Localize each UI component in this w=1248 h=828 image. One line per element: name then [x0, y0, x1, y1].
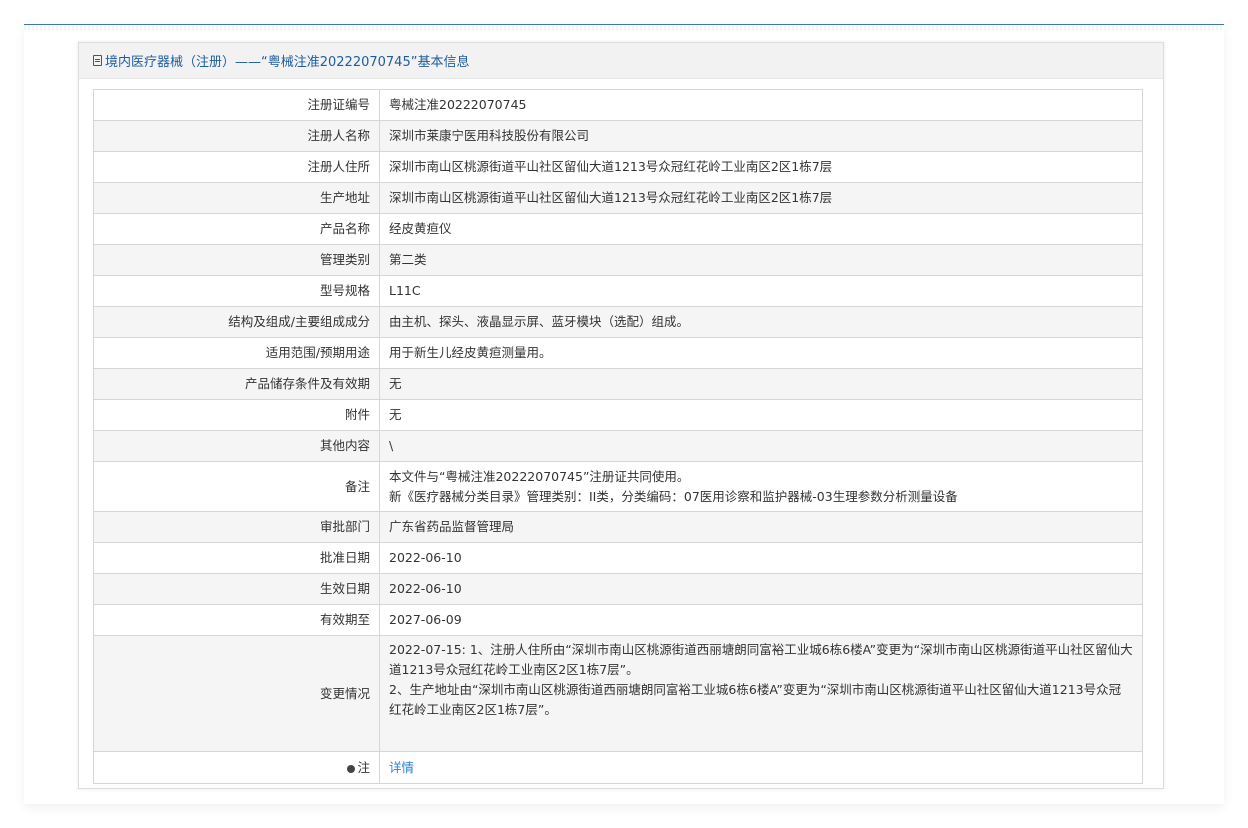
row-label: 注: [93, 751, 380, 784]
row-value: \: [379, 430, 1143, 462]
document-icon: [93, 55, 102, 66]
table-row: 注 详情: [93, 751, 1143, 784]
table-row: 注册证编号 粤械注准20222070745: [93, 89, 1143, 121]
change-line: 2、生产地址由“深圳市南山区桃源街道西丽塘朗同富裕工业城6栋6楼A”变更为“深圳…: [389, 682, 1122, 717]
table-row: 变更情况 2022-07-15: 1、注册人住所由“深圳市南山区桃源街道西丽塘朗…: [93, 635, 1143, 752]
table-row: 结构及组成/主要组成成分 由主机、探头、液晶显示屏、蓝牙模块（选配）组成。: [93, 306, 1143, 338]
row-label: 生效日期: [93, 573, 380, 605]
table-row: 批准日期 2022-06-10: [93, 542, 1143, 574]
row-label: 注册人名称: [93, 120, 380, 152]
change-line: 2022-07-15: 1、注册人住所由“深圳市南山区桃源街道西丽塘朗同富裕工业…: [389, 642, 1133, 677]
row-label: 变更情况: [93, 635, 380, 752]
row-value: 广东省药品监督管理局: [379, 511, 1143, 543]
table-row: 附件 无: [93, 399, 1143, 431]
row-value: 用于新生儿经皮黄疸测量用。: [379, 337, 1143, 369]
details-link[interactable]: 详情: [389, 760, 414, 775]
row-label: 附件: [93, 399, 380, 431]
table-row: 适用范围/预期用途 用于新生儿经皮黄疸测量用。: [93, 337, 1143, 369]
map-pin-icon: [347, 764, 356, 773]
panel-title: 境内医疗器械（注册）——“粤械注准20222070745”基本信息: [105, 55, 470, 70]
row-value: 2022-06-10: [379, 573, 1143, 605]
remark-line: 本文件与“粤械注准20222070745”注册证共同使用。: [389, 468, 690, 484]
table-row: 生产地址 深圳市南山区桃源街道平山社区留仙大道1213号众冠红花岭工业南区2区1…: [93, 182, 1143, 214]
table-row: 有效期至 2027-06-09: [93, 604, 1143, 636]
row-label: 适用范围/预期用途: [93, 337, 380, 369]
table-row: 注册人住所 深圳市南山区桃源街道平山社区留仙大道1213号众冠红花岭工业南区2区…: [93, 151, 1143, 183]
row-value: 无: [379, 399, 1143, 431]
table-row: 注册人名称 深圳市莱康宁医用科技股份有限公司: [93, 120, 1143, 152]
row-value: 第二类: [379, 244, 1143, 276]
row-value: 由主机、探头、液晶显示屏、蓝牙模块（选配）组成。: [379, 306, 1143, 338]
info-panel: 境内医疗器械（注册）——“粤械注准20222070745”基本信息 注册证编号 …: [78, 42, 1164, 789]
row-label: 产品名称: [93, 213, 380, 245]
table-row: 备注 本文件与“粤械注准20222070745”注册证共同使用。 新《医疗器械分…: [93, 461, 1143, 512]
row-label: 备注: [93, 461, 380, 512]
row-label: 生产地址: [93, 182, 380, 214]
note-label: 注: [357, 759, 370, 775]
row-label: 管理类别: [93, 244, 380, 276]
row-value: 深圳市莱康宁医用科技股份有限公司: [379, 120, 1143, 152]
row-value: 2022-07-15: 1、注册人住所由“深圳市南山区桃源街道西丽塘朗同富裕工业…: [379, 635, 1143, 752]
table-row: 产品名称 经皮黄疸仪: [93, 213, 1143, 245]
table-row: 生效日期 2022-06-10: [93, 573, 1143, 605]
row-value: 经皮黄疸仪: [379, 213, 1143, 245]
row-value: 2022-06-10: [379, 542, 1143, 574]
row-value: L11C: [379, 275, 1143, 307]
row-value: 本文件与“粤械注准20222070745”注册证共同使用。 新《医疗器械分类目录…: [379, 461, 1143, 512]
row-label: 注册证编号: [93, 89, 380, 121]
table-row: 其他内容 \: [93, 430, 1143, 462]
row-label: 型号规格: [93, 275, 380, 307]
table-row: 审批部门 广东省药品监督管理局: [93, 511, 1143, 543]
row-label: 注册人住所: [93, 151, 380, 183]
remark-line: 新《医疗器械分类目录》管理类别：II类，分类编码：07医用诊察和监护器械-03生…: [389, 488, 958, 504]
row-label: 结构及组成/主要组成成分: [93, 306, 380, 338]
row-label: 产品储存条件及有效期: [93, 368, 380, 400]
row-label: 审批部门: [93, 511, 380, 543]
row-value: 2027-06-09: [379, 604, 1143, 636]
table-row: 型号规格 L11C: [93, 275, 1143, 307]
row-value: 深圳市南山区桃源街道平山社区留仙大道1213号众冠红花岭工业南区2区1栋7层: [379, 151, 1143, 183]
row-label: 其他内容: [93, 430, 380, 462]
row-value: 无: [379, 368, 1143, 400]
row-value: 深圳市南山区桃源街道平山社区留仙大道1213号众冠红花岭工业南区2区1栋7层: [379, 182, 1143, 214]
panel-header: 境内医疗器械（注册）——“粤械注准20222070745”基本信息: [79, 43, 1163, 79]
page-container: 境内医疗器械（注册）——“粤械注准20222070745”基本信息 注册证编号 …: [24, 24, 1224, 804]
row-value: 详情: [379, 751, 1143, 784]
row-label: 有效期至: [93, 604, 380, 636]
table-row: 管理类别 第二类: [93, 244, 1143, 276]
info-table: 注册证编号 粤械注准20222070745 注册人名称 深圳市莱康宁医用科技股份…: [93, 89, 1143, 784]
table-row: 产品储存条件及有效期 无: [93, 368, 1143, 400]
decorative-stripe: [24, 25, 1224, 31]
row-value: 粤械注准20222070745: [379, 89, 1143, 121]
row-label: 批准日期: [93, 542, 380, 574]
